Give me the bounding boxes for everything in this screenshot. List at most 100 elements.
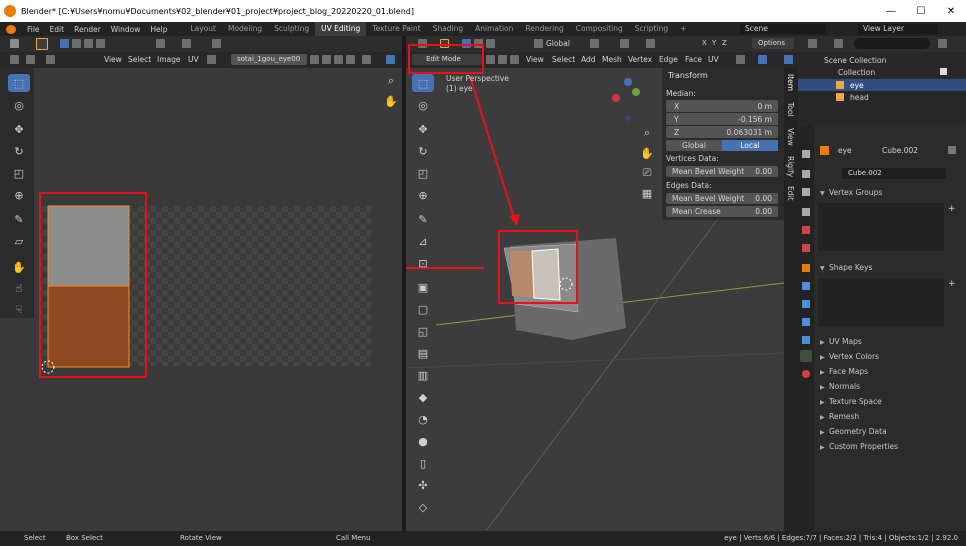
mirror-y[interactable]: Y xyxy=(712,39,716,47)
mirror-x[interactable]: X xyxy=(702,39,707,47)
vp-tool-shear-icon[interactable]: ◇ xyxy=(412,498,434,516)
face-mode-icon[interactable] xyxy=(510,55,519,64)
scene-props-icon[interactable] xyxy=(802,226,810,234)
vp-tool-move-icon[interactable]: ✥ xyxy=(412,120,434,138)
editor-type-icon[interactable] xyxy=(10,39,19,48)
vp-tool-extrude-icon[interactable]: ▣ xyxy=(412,278,434,296)
snap-icon[interactable] xyxy=(182,39,191,48)
particles-props-icon[interactable] xyxy=(802,300,810,308)
panel-custom-properties[interactable]: Custom Properties xyxy=(829,442,898,451)
selected-face-a[interactable] xyxy=(510,251,534,298)
menu-help[interactable]: Help xyxy=(145,25,172,34)
tab-rendering[interactable]: Rendering xyxy=(519,22,569,36)
render-props-icon[interactable] xyxy=(802,170,810,178)
menu-render[interactable]: Render xyxy=(69,25,106,34)
vertex-groups-list[interactable] xyxy=(818,203,944,251)
options-dropdown[interactable]: Options xyxy=(752,38,794,49)
tab-rigify[interactable]: Rigify xyxy=(786,156,795,177)
tab-item[interactable]: Item xyxy=(786,74,795,91)
panel-vertex-colors[interactable]: Vertex Colors xyxy=(829,352,879,361)
uv-canvas[interactable]: ⬚ ◎ ✥ ↻ ◰ ⊕ ✎ ▱ ✋ ☝ ☟ ⌕ ✋ xyxy=(0,68,402,531)
panel-vertex-groups[interactable]: Vertex Groups xyxy=(829,188,882,197)
vp-pivot-icon[interactable] xyxy=(590,39,599,48)
filter-icon[interactable] xyxy=(938,39,947,48)
menu-file[interactable]: File xyxy=(22,25,45,34)
local-toggle[interactable]: Local xyxy=(722,140,778,151)
vp-menu-select[interactable]: Select xyxy=(552,55,575,64)
perspective-icon[interactable]: ▦ xyxy=(636,184,658,202)
vp-menu-face[interactable]: Face xyxy=(685,55,702,64)
edge-crease-field[interactable]: Mean Crease 0.00 xyxy=(666,206,778,217)
constraints-props-icon[interactable] xyxy=(802,336,810,344)
uv-editor-icon[interactable] xyxy=(10,55,19,64)
gizmo-z-icon[interactable] xyxy=(624,78,632,86)
image-browse-icon[interactable] xyxy=(207,55,216,64)
vertex-select-icon[interactable] xyxy=(72,39,81,48)
physics-props-icon[interactable] xyxy=(802,318,810,326)
vp-tool-polybuild-icon[interactable]: ◆ xyxy=(412,388,434,406)
gizmo-x-icon[interactable] xyxy=(612,94,620,102)
vertex-mode-icon[interactable] xyxy=(486,55,495,64)
edge-bevel-field[interactable]: Mean Bevel Weight 0.00 xyxy=(666,193,778,204)
vertex-groups-chevron-icon[interactable]: ▼ xyxy=(820,190,825,197)
vp-tool-add-cube-icon[interactable]: ⊡ xyxy=(412,254,434,272)
panel-remesh[interactable]: Remesh xyxy=(829,412,859,421)
uv-sync-icon[interactable] xyxy=(60,39,69,48)
vp-tool-annotate-icon[interactable]: ✎ xyxy=(412,210,434,228)
vp-menu-view[interactable]: View xyxy=(526,55,544,64)
selected-face-b[interactable] xyxy=(531,248,561,301)
panel-face-maps[interactable]: Face Maps xyxy=(829,367,868,376)
display-mode-icon[interactable] xyxy=(834,39,843,48)
tab-edit[interactable]: Edit xyxy=(786,186,795,201)
tab-animation[interactable]: Animation xyxy=(469,22,519,36)
outliner-item-head[interactable]: head xyxy=(850,93,869,102)
maximize-button[interactable]: ☐ xyxy=(906,0,936,22)
gizmo-y-icon[interactable] xyxy=(632,88,640,96)
pivot-icon[interactable] xyxy=(156,39,165,48)
vp-tool-smooth-icon[interactable]: ● xyxy=(412,432,434,450)
panel-uv-maps[interactable]: UV Maps xyxy=(829,337,862,346)
shape-keys-list[interactable] xyxy=(818,278,944,326)
median-x-field[interactable]: X 0 m xyxy=(666,100,778,112)
vp-pan-icon[interactable]: ✋ xyxy=(636,144,658,162)
uv-face-bottom[interactable] xyxy=(48,286,129,367)
menu-window[interactable]: Window xyxy=(106,25,146,34)
pin-icon[interactable] xyxy=(362,55,371,64)
vp-tool-edgeslide-icon[interactable]: ▯ xyxy=(412,454,434,472)
vp-tool-inset-icon[interactable]: ▢ xyxy=(412,300,434,318)
mesh-data-props-icon[interactable] xyxy=(800,350,812,362)
vp-snap-icon[interactable] xyxy=(620,39,629,48)
edge-mode-icon[interactable] xyxy=(498,55,507,64)
tab-shading[interactable]: Shading xyxy=(427,22,469,36)
panel-shape-keys[interactable]: Shape Keys xyxy=(829,263,872,272)
close-button[interactable]: ✕ xyxy=(936,0,966,22)
tab-layout[interactable]: Layout xyxy=(184,22,222,36)
tab-scripting[interactable]: Scripting xyxy=(629,22,674,36)
vp-tool-transform-icon[interactable]: ⊕ xyxy=(412,186,434,204)
tab-texture-paint[interactable]: Texture Paint xyxy=(366,22,426,36)
image-name-field[interactable]: sotai_1gou_eye00 xyxy=(231,54,307,65)
vertex-bevel-field[interactable]: Mean Bevel Weight 0.00 xyxy=(666,166,778,177)
fake-user-icon[interactable] xyxy=(310,55,319,64)
uv-mode-icon[interactable] xyxy=(46,55,55,64)
vp-mode-c-icon[interactable] xyxy=(486,39,495,48)
tab-tool[interactable]: Tool xyxy=(786,102,795,117)
face-select-icon[interactable] xyxy=(96,39,105,48)
vp-menu-add[interactable]: Add xyxy=(581,55,596,64)
tab-uv-editing[interactable]: UV Editing xyxy=(315,22,367,36)
median-y-field[interactable]: Y -0.156 m xyxy=(666,113,778,125)
uv-menu-view[interactable]: View xyxy=(104,55,122,64)
output-props-icon[interactable] xyxy=(802,188,810,196)
vp-tool-knife-icon[interactable]: ▥ xyxy=(412,366,434,384)
view-layer-selector[interactable]: View Layer xyxy=(858,24,938,34)
sticky-select-icon[interactable] xyxy=(26,55,35,64)
minimize-button[interactable]: — xyxy=(876,0,906,22)
pin-props-icon[interactable] xyxy=(948,146,956,154)
vp-tool-scale-icon[interactable]: ◰ xyxy=(412,164,434,182)
world-props-icon[interactable] xyxy=(802,244,810,252)
overlay-icon[interactable] xyxy=(386,55,395,64)
panel-geometry-data[interactable]: Geometry Data xyxy=(829,427,887,436)
outliner-type-icon[interactable] xyxy=(808,39,817,48)
blender-menu-icon[interactable] xyxy=(6,24,16,34)
vp-tool-bevel-icon[interactable]: ◱ xyxy=(412,322,434,340)
